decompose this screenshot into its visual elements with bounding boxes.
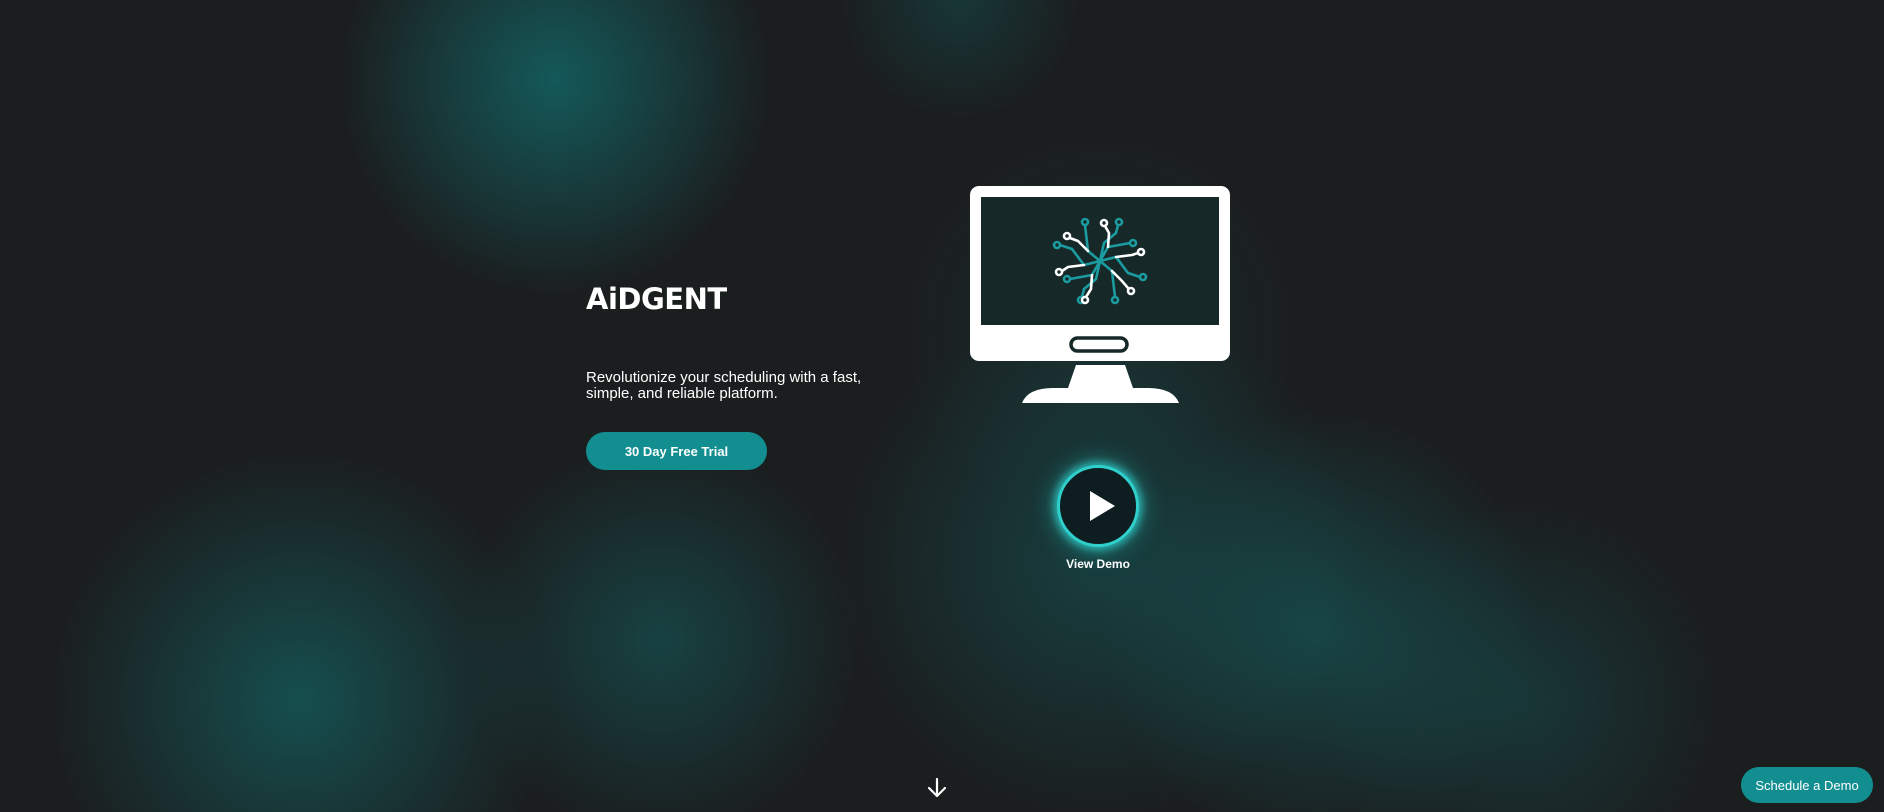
free-trial-button[interactable]: 30 Day Free Trial (586, 432, 767, 470)
play-icon (1090, 491, 1115, 521)
schedule-demo-button[interactable]: Schedule a Demo (1741, 767, 1873, 803)
landing-page: AiDGENT Revolutionize your scheduling wi… (0, 0, 1884, 812)
brand-title: AiDGENT (586, 282, 727, 316)
view-demo-label[interactable]: View Demo (1038, 557, 1158, 571)
view-demo-play-button[interactable] (1057, 465, 1139, 547)
arrow-down-icon[interactable] (926, 777, 948, 799)
monitor-circuit-icon (970, 186, 1230, 403)
hero-tagline: Revolutionize your scheduling with a fas… (586, 369, 862, 402)
